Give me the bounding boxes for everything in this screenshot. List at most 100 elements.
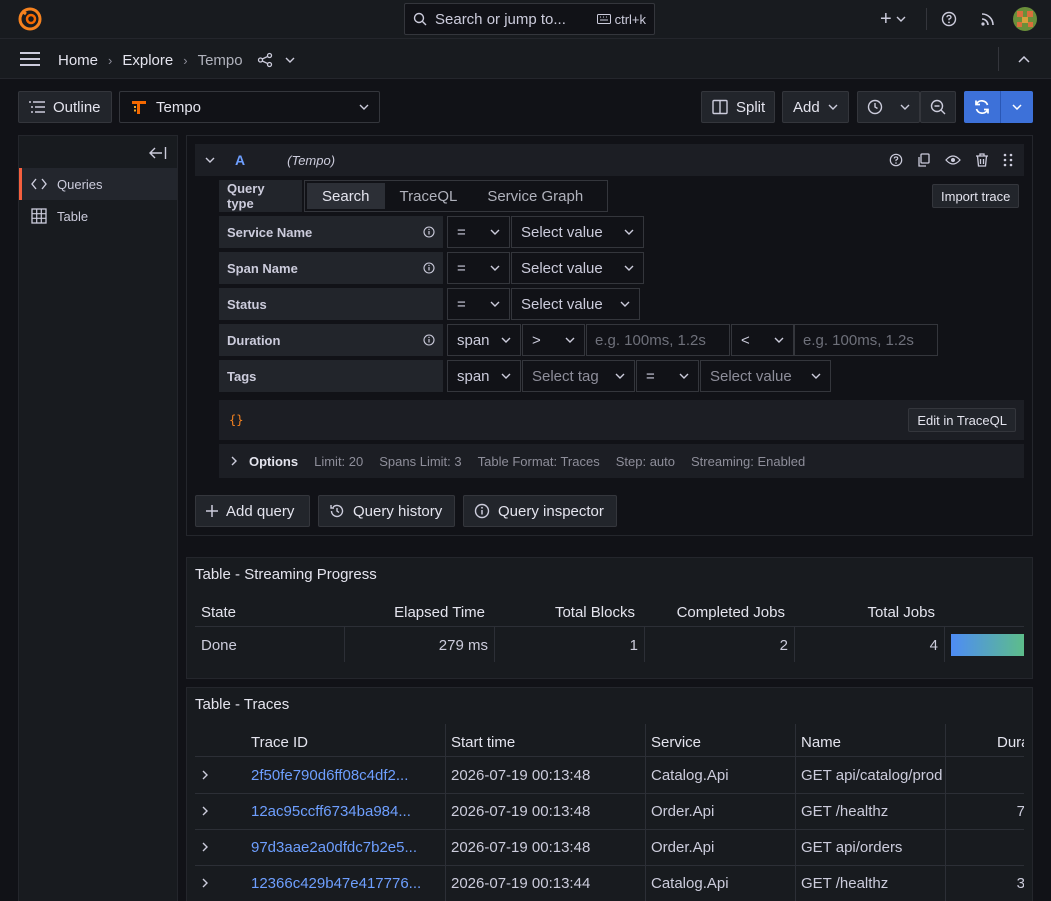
run-query-button[interactable]	[964, 91, 1033, 123]
outline-item-queries[interactable]: Queries	[19, 168, 177, 200]
help-icon[interactable]	[889, 153, 903, 167]
add-query-button[interactable]: Add query	[195, 495, 310, 527]
column-header-total-jobs[interactable]: Total Jobs	[795, 604, 935, 621]
option-spans-limit: Spans Limit: 3	[379, 453, 462, 469]
import-trace-button[interactable]: Import trace	[932, 184, 1020, 208]
query-type-traceql[interactable]: TraceQL	[385, 183, 473, 209]
info-icon[interactable]	[423, 262, 435, 274]
datasource-picker[interactable]: Tempo	[119, 91, 380, 123]
rss-news-icon[interactable]	[980, 11, 996, 27]
expand-row-chevron-icon[interactable]	[202, 806, 208, 816]
user-avatar[interactable]	[1013, 7, 1037, 31]
query-type-label: Query type	[219, 180, 302, 212]
copy-icon[interactable]	[917, 153, 931, 167]
duration-min-input[interactable]: e.g. 100ms, 1.2s	[586, 324, 730, 356]
query-type-search[interactable]: Search	[307, 183, 385, 209]
column-header-total-blocks[interactable]: Total Blocks	[495, 604, 635, 621]
grafana-logo-icon[interactable]	[18, 7, 42, 31]
history-icon	[329, 503, 345, 519]
chevron-down-icon	[501, 337, 511, 343]
trace-id-link[interactable]: 2f50fe790d6ff08c4df2...	[251, 767, 408, 784]
breadcrumb-separator-icon: ›	[108, 52, 113, 68]
status-label: Status	[219, 288, 443, 320]
trash-icon[interactable]	[975, 153, 989, 167]
breadcrumb-home[interactable]: Home	[58, 52, 98, 69]
query-inspector-button[interactable]: Query inspector	[463, 495, 617, 527]
chevron-down-icon[interactable]	[285, 57, 295, 63]
operator-value: =	[457, 259, 466, 277]
zoom-out-button[interactable]	[920, 91, 956, 123]
expand-row-chevron-icon[interactable]	[202, 878, 208, 888]
column-header-name[interactable]: Name	[801, 734, 841, 751]
table-row[interactable]: 12ac95ccff6734ba984... 2026-07-19 00:13:…	[195, 793, 1024, 829]
split-label: Split	[736, 98, 766, 116]
breadcrumb-explore[interactable]: Explore	[122, 52, 173, 69]
outline-item-label: Table	[57, 208, 89, 224]
info-icon[interactable]	[423, 334, 435, 346]
collapse-query-chevron-icon[interactable]	[205, 157, 215, 163]
status-value-select[interactable]: Select value	[511, 288, 640, 320]
tag-value-select[interactable]: Select value	[700, 360, 831, 392]
status-operator-select[interactable]: =	[447, 288, 510, 320]
search-icon	[413, 12, 427, 26]
service-name-operator-select[interactable]: =	[447, 216, 510, 248]
duration-scope-select[interactable]: span	[447, 324, 521, 356]
tag-name-select[interactable]: Select tag	[522, 360, 635, 392]
query-ref-id[interactable]: A	[235, 152, 245, 168]
table-row[interactable]: 97d3aae2a0dfdc7b2e5... 2026-07-19 00:13:…	[195, 829, 1024, 865]
span-name-operator-select[interactable]: =	[447, 252, 510, 284]
column-header-elapsed-time[interactable]: Elapsed Time	[345, 604, 485, 621]
chevron-up-icon[interactable]	[1018, 56, 1030, 63]
column-header-duration[interactable]: Dura	[997, 734, 1024, 751]
duration-max-input[interactable]: e.g. 100ms, 1.2s	[794, 324, 938, 356]
refresh-icon[interactable]	[964, 98, 1000, 116]
expand-row-chevron-icon[interactable]	[202, 770, 208, 780]
breadcrumb-separator-icon: ›	[183, 52, 188, 68]
duration-max-operator-select[interactable]: <	[731, 324, 794, 356]
collapse-outline-button[interactable]	[19, 136, 177, 168]
split-button[interactable]: Split	[701, 91, 775, 123]
duration-min-operator-select[interactable]: >	[522, 324, 585, 356]
add-button[interactable]: Add	[782, 91, 849, 123]
chevron-down-icon	[624, 229, 634, 235]
service-name-value-select[interactable]: Select value	[511, 216, 644, 248]
expand-row-chevron-icon[interactable]	[202, 842, 208, 852]
trace-id-link[interactable]: 97d3aae2a0dfdc7b2e5...	[251, 839, 417, 856]
drag-handle-icon[interactable]	[1003, 153, 1013, 167]
service-name-label: Service Name	[219, 216, 443, 248]
options-row[interactable]: Options Limit: 20 Spans Limit: 3 Table F…	[219, 444, 1024, 478]
search-bar[interactable]: Search or jump to... ctrl+k	[404, 3, 655, 35]
help-icon[interactable]	[941, 11, 957, 27]
column-header-state[interactable]: State	[201, 604, 236, 621]
menu-icon[interactable]	[20, 52, 40, 66]
trace-id-link[interactable]: 12366c429b47e417776...	[251, 875, 421, 892]
table-row[interactable]: 12366c429b47e417776... 2026-07-19 00:13:…	[195, 865, 1024, 901]
column-header-service[interactable]: Service	[651, 734, 701, 751]
split-view-icon	[712, 99, 728, 115]
table-row[interactable]: 2f50fe790d6ff08c4df2... 2026-07-19 00:13…	[195, 757, 1024, 793]
trace-id-link[interactable]: 12ac95ccff6734ba984...	[251, 803, 411, 820]
span-name-value-select[interactable]: Select value	[511, 252, 644, 284]
chevron-down-icon	[501, 373, 511, 379]
column-header-completed-jobs[interactable]: Completed Jobs	[645, 604, 785, 621]
tag-scope-select[interactable]: span	[447, 360, 521, 392]
duration-label: Duration	[219, 324, 443, 356]
edit-in-traceql-button[interactable]: Edit in TraceQL	[908, 408, 1016, 432]
outline-button[interactable]: Outline	[18, 91, 112, 123]
scope-value: span	[457, 331, 490, 349]
chevron-down-icon[interactable]	[1001, 104, 1033, 110]
shortcut-text: ctrl+k	[614, 11, 646, 27]
outline-item-table[interactable]: Table	[19, 200, 177, 232]
cell-start-time: 2026-07-19 00:13:48	[451, 767, 591, 784]
query-type-service-graph[interactable]: Service Graph	[472, 183, 598, 209]
tag-operator-select[interactable]: =	[636, 360, 699, 392]
column-header-start-time[interactable]: Start time	[451, 734, 515, 751]
keyboard-shortcut: ctrl+k	[596, 11, 646, 27]
query-history-button[interactable]: Query history	[318, 495, 455, 527]
column-header-trace-id[interactable]: Trace ID	[251, 734, 308, 751]
info-icon[interactable]	[423, 226, 435, 238]
share-icon[interactable]	[257, 52, 273, 68]
new-menu-button[interactable]: +	[880, 9, 906, 29]
eye-icon[interactable]	[945, 154, 961, 166]
time-picker-button[interactable]	[857, 91, 920, 123]
